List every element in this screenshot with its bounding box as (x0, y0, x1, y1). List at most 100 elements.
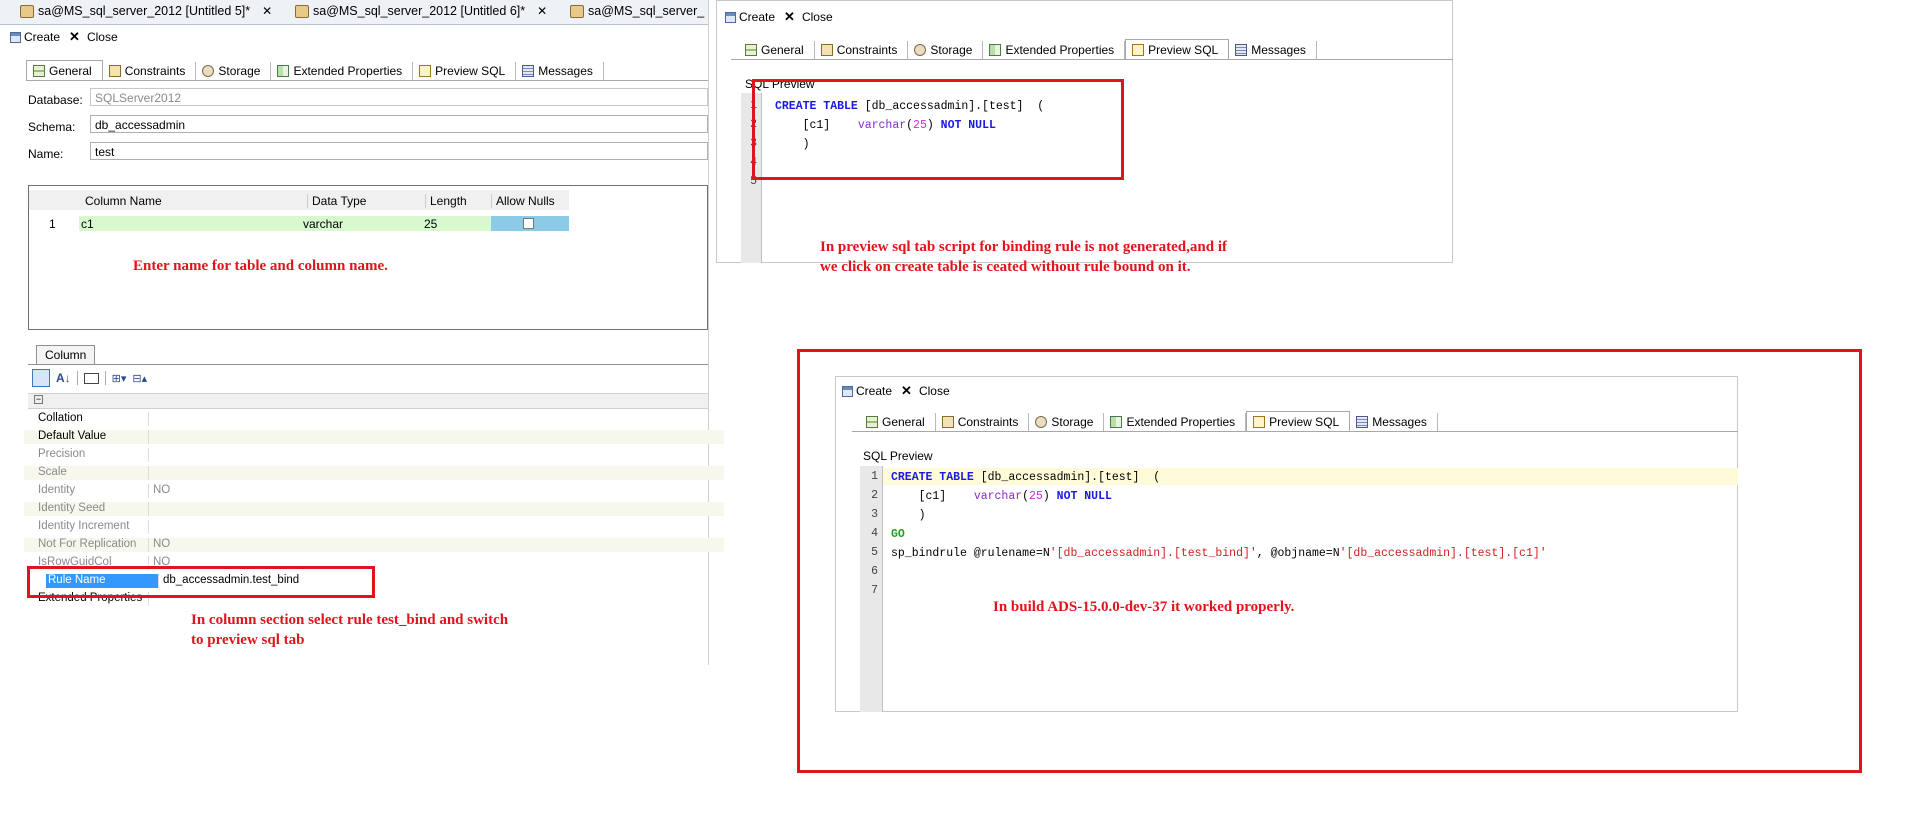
rule-name-highlight-box (27, 566, 375, 598)
create-button[interactable]: Create (739, 10, 775, 24)
constraints-icon (820, 44, 833, 56)
separator (76, 371, 78, 385)
line-number: 1 (871, 470, 878, 483)
create-button[interactable]: Create (856, 384, 892, 398)
property-identity[interactable]: Identity NO (24, 484, 724, 498)
tab-messages[interactable]: Messages (516, 62, 604, 80)
toolbar: Create ✕ Close (725, 9, 833, 25)
database-icon (570, 4, 584, 18)
categorized-icon[interactable] (32, 369, 50, 387)
tab-messages[interactable]: Messages (1350, 413, 1438, 431)
column-section-tab[interactable]: Column (36, 345, 96, 364)
tab-label: Extended Properties (293, 64, 403, 78)
annotation-line: In preview sql tab script for binding ru… (820, 239, 1227, 255)
property-grid-header (28, 393, 708, 409)
property-value: NO (148, 484, 170, 498)
tab-divider (731, 59, 1453, 60)
editor-tab[interactable]: sa@MS_sql_server_2012 [Untitled 5]* ✕ (20, 4, 272, 18)
annotation-preview-issue: In preview sql tab script for binding ru… (820, 237, 1227, 277)
header-column-name: Column Name (85, 194, 162, 208)
annotation-line: we click on create table is ceated witho… (820, 259, 1191, 275)
toolbar: Create ✕ Close (10, 29, 118, 45)
cell-allow-nulls[interactable] (491, 216, 569, 231)
collapse-group-icon[interactable]: − (34, 395, 43, 404)
annotation-select-rule: In column section select rule test_bind … (191, 610, 508, 650)
expand-all-icon[interactable]: ⊞▾ (112, 372, 127, 385)
close-icon[interactable]: ✕ (784, 9, 795, 25)
cell-column-name[interactable]: c1 (81, 217, 94, 231)
close-icon[interactable]: ✕ (69, 29, 80, 45)
property-toolbar: A↓ ⊞▾ ⊟▴ (32, 369, 147, 387)
extended-properties-icon (1110, 416, 1123, 428)
property-identity-increment[interactable]: Identity Increment (24, 520, 724, 534)
tab-preview-sql[interactable]: Preview SQL (1246, 411, 1351, 431)
table-row[interactable]: 1 c1 varchar 25 (29, 216, 569, 231)
close-button[interactable]: Close (87, 30, 118, 44)
separator (104, 371, 106, 385)
tab-constraints[interactable]: Constraints (936, 413, 1030, 431)
tab-storage[interactable]: Storage (196, 62, 272, 80)
tab-general[interactable]: General (739, 41, 815, 59)
tab-preview-sql[interactable]: Preview SQL (1125, 39, 1230, 59)
close-icon[interactable]: ✕ (901, 383, 912, 399)
close-button[interactable]: Close (802, 10, 833, 24)
tab-extended-properties[interactable]: Extended Properties (983, 41, 1126, 59)
schema-field[interactable]: db_accessadmin (90, 115, 708, 133)
tab-constraints[interactable]: Constraints (103, 62, 197, 80)
line-number: 4 (871, 527, 878, 540)
tab-divider (26, 80, 708, 81)
property-value (148, 448, 153, 462)
preview-sql-icon (1253, 415, 1266, 428)
close-icon[interactable]: ✕ (262, 4, 272, 18)
preview-sql-icon (419, 65, 432, 77)
tab-constraints[interactable]: Constraints (815, 41, 909, 59)
editor-tab[interactable]: sa@MS_sql_server_ (570, 4, 704, 18)
tab-label: Storage (218, 64, 261, 78)
tab-preview-sql[interactable]: Preview SQL (413, 62, 517, 80)
name-field[interactable]: test (90, 142, 708, 160)
tab-general[interactable]: General (860, 413, 936, 431)
property-value (148, 430, 153, 444)
tab-storage[interactable]: Storage (908, 41, 984, 59)
property-pages-icon[interactable] (83, 372, 99, 384)
tab-label: General (882, 415, 925, 429)
close-icon[interactable]: ✕ (537, 4, 547, 18)
alphabetical-sort-icon[interactable]: A↓ (56, 371, 71, 385)
property-default-value[interactable]: Default Value (24, 430, 724, 444)
property-not-for-replication[interactable]: Not For Replication NO (24, 538, 724, 552)
create-button[interactable]: Create (24, 30, 60, 44)
database-field: SQLServer2012 (90, 88, 708, 106)
extended-properties-icon (989, 44, 1002, 56)
tab-messages[interactable]: Messages (1229, 41, 1317, 59)
editor-tab[interactable]: sa@MS_sql_server_2012 [Untitled 6]* ✕ (295, 4, 547, 18)
column-section-divider (28, 364, 708, 365)
tab-extended-properties[interactable]: Extended Properties (271, 62, 414, 80)
tab-extended-properties[interactable]: Extended Properties (1104, 413, 1247, 431)
property-scale[interactable]: Scale (24, 466, 724, 480)
property-identity-seed[interactable]: Identity Seed (24, 502, 724, 516)
schema-label: Schema: (28, 120, 76, 134)
close-button[interactable]: Close (919, 384, 950, 398)
allow-nulls-checkbox[interactable] (523, 218, 534, 229)
cell-data-type[interactable]: varchar (303, 217, 343, 231)
general-icon (33, 64, 45, 77)
editor-tab-label: sa@MS_sql_server_2012 [Untitled 6]* (313, 4, 526, 18)
tab-label: Messages (538, 64, 593, 78)
collapse-all-icon[interactable]: ⊟▴ (132, 372, 147, 385)
tab-general[interactable]: General (26, 60, 103, 80)
general-icon (745, 44, 757, 56)
property-value (148, 502, 153, 516)
create-icon (10, 31, 21, 43)
storage-icon (1035, 416, 1048, 428)
line-number: 3 (871, 508, 878, 521)
property-collation[interactable]: Collation (24, 412, 724, 426)
tab-storage[interactable]: Storage (1029, 413, 1105, 431)
cell-length[interactable]: 25 (424, 217, 437, 231)
property-value (148, 412, 153, 426)
annotation-worked-build: In build ADS-15.0.0-dev-37 it worked pro… (993, 599, 1295, 615)
tab-label: Preview SQL (1148, 42, 1219, 57)
property-precision[interactable]: Precision (24, 448, 724, 462)
editor-tab-label: sa@MS_sql_server_2012 [Untitled 5]* (38, 4, 251, 18)
general-icon (866, 416, 878, 428)
tab-label: Constraints (124, 64, 186, 78)
